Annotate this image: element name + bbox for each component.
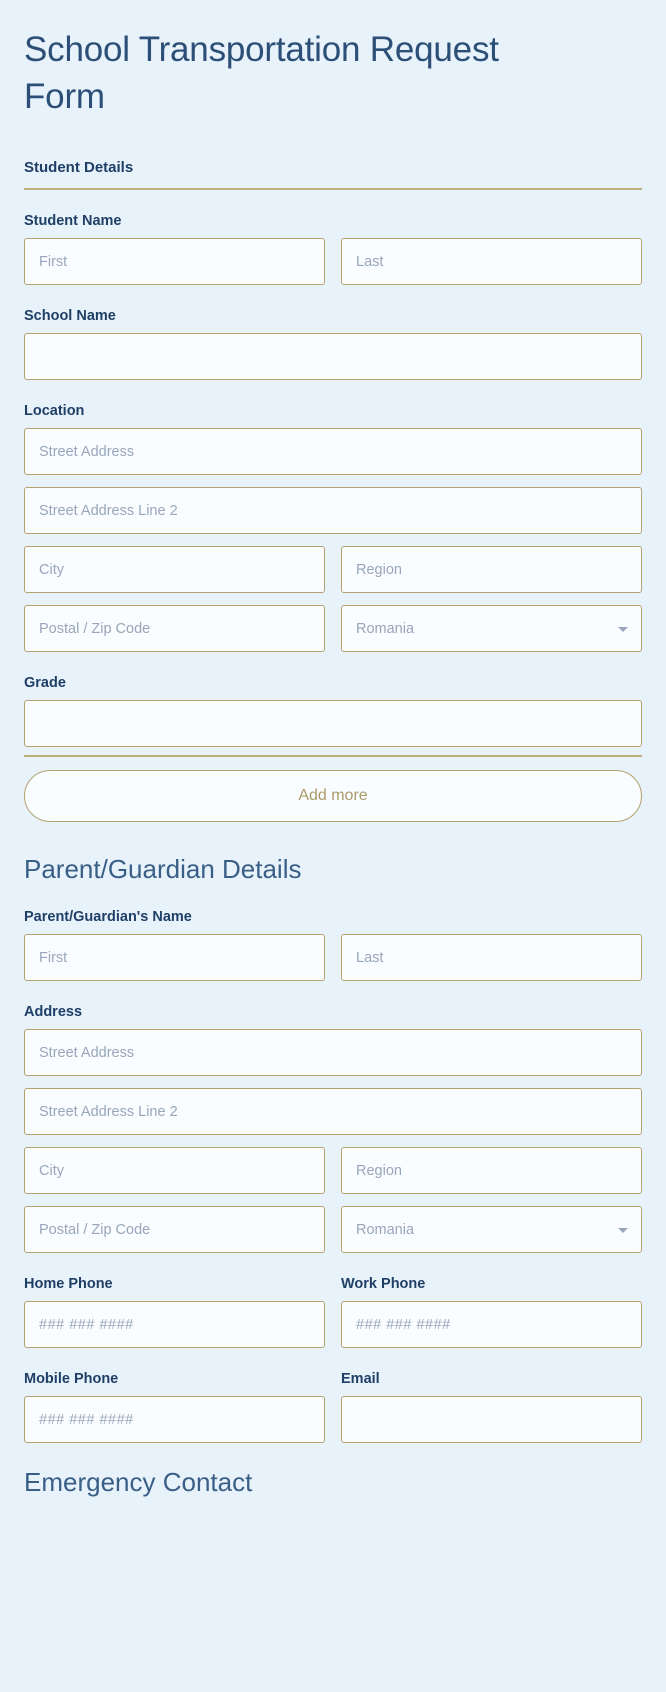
- location-region-input[interactable]: [341, 546, 642, 593]
- email-col: [341, 1396, 642, 1443]
- section-heading-emergency-contact: Emergency Contact: [24, 1467, 253, 1497]
- parent-last-name-col: [341, 934, 642, 981]
- student-last-name-col: [341, 238, 642, 285]
- location-postal-col: [24, 605, 325, 652]
- location-postal-code-input[interactable]: [24, 605, 325, 652]
- address-postal-country-row: [24, 1206, 642, 1253]
- home-work-phone-row: [24, 1301, 642, 1348]
- student-first-name-col: [24, 238, 325, 285]
- parent-name-row: [24, 934, 642, 981]
- school-transportation-request-form: School Transportation Request Form Stude…: [0, 0, 666, 1692]
- label-school-name: School Name: [24, 308, 116, 324]
- parent-last-name-input[interactable]: [341, 934, 642, 981]
- student-first-name-input[interactable]: [24, 238, 325, 285]
- add-more-button[interactable]: Add more: [24, 770, 642, 822]
- location-city-region-row: [24, 546, 642, 593]
- section-heading-parent-guardian-details: Parent/Guardian Details: [24, 854, 302, 884]
- address-street2-row: [24, 1088, 642, 1135]
- email-input[interactable]: [341, 1396, 642, 1443]
- phone-labels-row: Home Phone Work Phone: [24, 1275, 642, 1301]
- label-grade: Grade: [24, 675, 66, 691]
- location-street2-row: [24, 487, 642, 534]
- home-phone-input[interactable]: [24, 1301, 325, 1348]
- student-last-name-input[interactable]: [341, 238, 642, 285]
- address-postal-col: [24, 1206, 325, 1253]
- location-street-address-input[interactable]: [24, 428, 642, 475]
- mobile-phone-input[interactable]: [24, 1396, 325, 1443]
- label-home-phone: Home Phone: [24, 1276, 113, 1292]
- label-address: Address: [24, 1004, 83, 1020]
- home-phone-col: [24, 1301, 325, 1348]
- location-region-col: [341, 546, 642, 593]
- page-title: School Transportation Request Form: [24, 30, 499, 116]
- location-street-row: [24, 428, 642, 475]
- section-heading-student-details: Student Details: [24, 159, 134, 176]
- location-country-select[interactable]: [341, 605, 642, 652]
- school-name-row: [24, 333, 642, 380]
- mobile-phone-col: [24, 1396, 325, 1443]
- grade-input[interactable]: [24, 700, 642, 747]
- address-city-region-row: [24, 1147, 642, 1194]
- school-name-input[interactable]: [24, 333, 642, 380]
- parent-first-name-input[interactable]: [24, 934, 325, 981]
- mobile-email-row: [24, 1396, 642, 1443]
- student-name-row: [24, 238, 642, 285]
- mobile-email-labels-row: Mobile Phone Email: [24, 1370, 642, 1396]
- address-country-select[interactable]: [341, 1206, 642, 1253]
- location-country-select-wrap: [341, 605, 642, 652]
- address-region-input[interactable]: [341, 1147, 642, 1194]
- label-work-phone: Work Phone: [341, 1276, 426, 1292]
- address-street-row: [24, 1029, 642, 1076]
- address-region-col: [341, 1147, 642, 1194]
- work-phone-input[interactable]: [341, 1301, 642, 1348]
- address-city-col: [24, 1147, 325, 1194]
- location-street-address-2-input[interactable]: [24, 487, 642, 534]
- grade-row: [24, 700, 642, 747]
- address-country-select-wrap: [341, 1206, 642, 1253]
- location-city-col: [24, 546, 325, 593]
- label-mobile-phone: Mobile Phone: [24, 1371, 119, 1387]
- location-city-input[interactable]: [24, 546, 325, 593]
- label-email: Email: [341, 1371, 380, 1387]
- section-divider-student-details: [24, 188, 642, 190]
- parent-first-name-col: [24, 934, 325, 981]
- label-student-name: Student Name: [24, 213, 122, 229]
- address-postal-code-input[interactable]: [24, 1206, 325, 1253]
- address-street-address-input[interactable]: [24, 1029, 642, 1076]
- work-phone-col: [341, 1301, 642, 1348]
- address-street-address-2-input[interactable]: [24, 1088, 642, 1135]
- address-country-col: [341, 1206, 642, 1253]
- label-parent-guardian-name: Parent/Guardian's Name: [24, 909, 192, 925]
- location-postal-country-row: [24, 605, 642, 652]
- add-more-divider: [24, 755, 642, 757]
- address-city-input[interactable]: [24, 1147, 325, 1194]
- location-country-col: [341, 605, 642, 652]
- label-location: Location: [24, 403, 85, 419]
